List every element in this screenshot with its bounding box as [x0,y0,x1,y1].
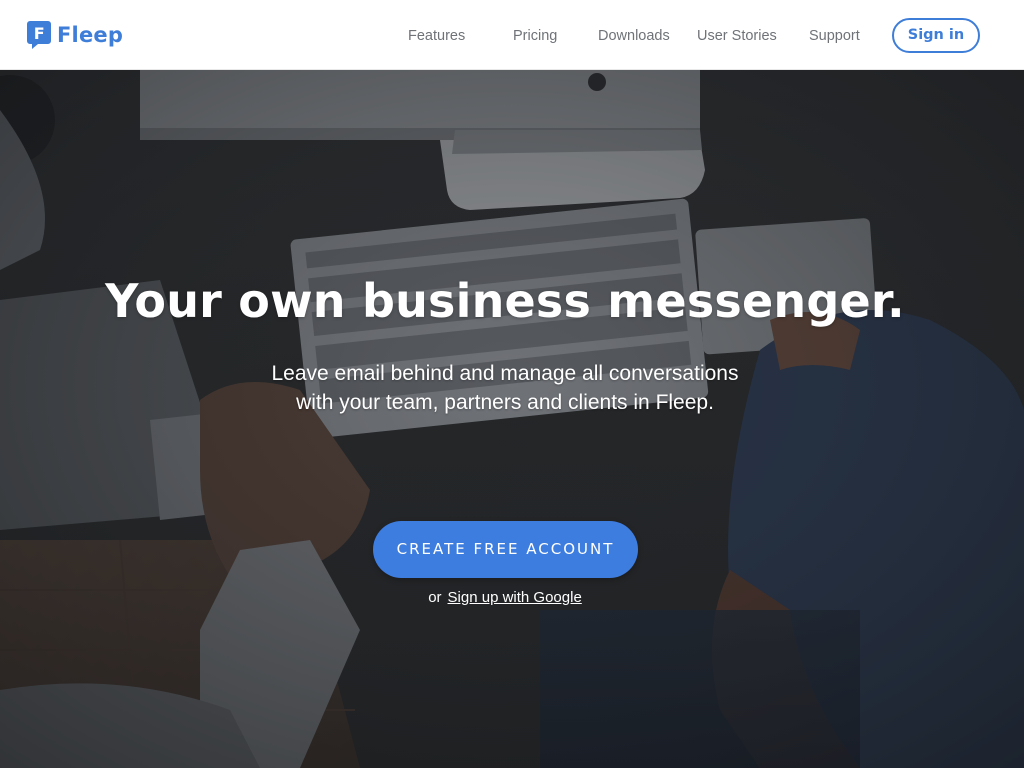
brand-logo[interactable]: F Fleep [26,20,123,50]
hero-section: Your own business messenger. Leave email… [0,70,1024,768]
brand-name: Fleep [57,23,124,47]
alt-signup-prefix: or [428,589,442,606]
hero-headline: Your own business messenger. [105,274,905,328]
nav-link-user-stories[interactable]: User Stories [697,24,777,48]
nav-link-pricing[interactable]: Pricing [513,24,557,48]
hero-overlay [0,70,1024,768]
fleep-logo-icon: F [27,21,51,49]
hero-subline-2: with your team, partners and clients in … [296,391,714,414]
google-signup-link[interactable]: Sign up with Google [448,589,582,606]
nav-link-support[interactable]: Support [809,24,860,48]
alt-signup-row: or Sign up with Google [0,587,1010,609]
create-free-account-button[interactable]: CREATE FREE ACCOUNT [373,521,638,578]
logo-letter: F [34,24,45,43]
nav-link-downloads[interactable]: Downloads [598,24,670,48]
hero-subline-1: Leave email behind and manage all conver… [271,362,739,385]
site-header: F Fleep Features Pricing Downloads User … [0,0,1024,70]
nav-link-features[interactable]: Features [408,24,465,48]
sign-in-button[interactable]: Sign in [892,18,980,53]
